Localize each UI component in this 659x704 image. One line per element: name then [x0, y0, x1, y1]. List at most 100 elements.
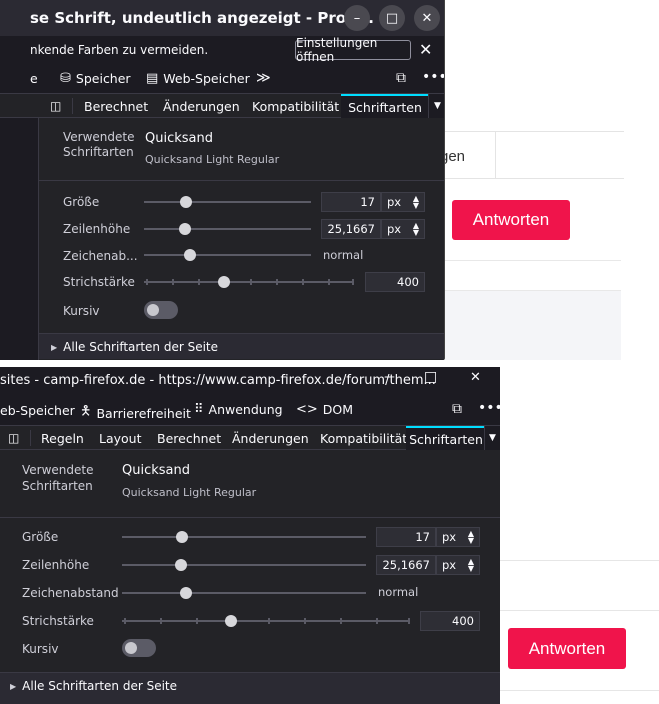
size-slider[interactable] — [144, 196, 311, 208]
inspector-sidebar-tabs: ◫ Berechnet Änderungen Kompatibilität Sc… — [0, 94, 444, 118]
toolbar-item-web-storage[interactable]: eb-Speicher — [0, 403, 75, 418]
accessibility-icon: 🯅 — [80, 404, 92, 419]
weight-slider-thumb[interactable] — [225, 615, 237, 627]
line-height-input[interactable]: 25,1667 — [321, 219, 381, 239]
toolbar-item-web-storage[interactable]: ▤ Web-Speicher — [146, 71, 250, 86]
size-input[interactable]: 17 — [376, 527, 436, 547]
italic-toggle[interactable] — [144, 301, 178, 319]
window-titlebar[interactable]: sites - camp-firefox.de - https://www.ca… — [0, 367, 500, 395]
divider — [500, 560, 659, 561]
divider — [500, 610, 659, 611]
all-fonts-section[interactable]: ▶ Alle Schriftarten der Seite — [0, 672, 500, 704]
responsive-design-icon[interactable]: ⧉ — [452, 401, 462, 417]
all-fonts-section[interactable]: ▶ Alle Schriftarten der Seite — [39, 333, 444, 359]
storage-icon: ⛁ — [60, 71, 71, 86]
minimize-button[interactable]: – — [344, 5, 370, 31]
minimize-button[interactable]: – — [384, 369, 391, 385]
letter-spacing-slider-thumb[interactable] — [184, 249, 196, 261]
tab-computed[interactable]: Berechnet — [157, 426, 221, 450]
responsive-design-icon[interactable]: ⧉ — [396, 70, 406, 86]
letter-spacing-slider[interactable] — [144, 249, 311, 261]
italic-label: Kursiv — [63, 304, 100, 318]
tab-layout[interactable]: Layout — [99, 426, 142, 450]
line-height-unit-select[interactable]: px ▲ ▼ — [381, 219, 425, 239]
fonts-panel: Verwendete Schriftarten Quicksand Quicks… — [38, 118, 444, 360]
size-slider-thumb[interactable] — [180, 196, 192, 208]
close-button[interactable]: ✕ — [470, 370, 481, 385]
line-height-unit-value: px — [387, 222, 402, 236]
letter-spacing-label: Zeichenab... — [63, 249, 138, 263]
italic-toggle[interactable] — [122, 639, 156, 657]
line-height-label: Zeilenhöhe — [22, 558, 90, 572]
tab-computed[interactable]: Berechnet — [84, 94, 148, 118]
devtools-toolbar: eb-Speicher 🯅 Barrierefreiheit ⠿ Anwendu… — [0, 395, 500, 426]
line-height-unit-value: px — [442, 558, 457, 572]
toolbar-item-application[interactable]: ⠿ Anwendung — [194, 402, 283, 417]
line-height-unit-select[interactable]: px ▲ ▼ — [436, 555, 480, 575]
letter-spacing-slider[interactable] — [122, 587, 366, 599]
toolbar-item-accessibility[interactable]: 🯅 Barrierefreiheit — [80, 402, 191, 424]
overflow-menu-icon[interactable]: ••• — [478, 400, 500, 416]
tab-compatibility[interactable]: Kompatibilität — [320, 426, 407, 450]
toolbar-more-tools[interactable]: ≫ — [256, 70, 271, 86]
notification-text: nkende Farben zu vermeiden. — [30, 43, 209, 57]
tab-changes[interactable]: Änderungen — [232, 426, 309, 450]
line-height-slider-thumb[interactable] — [179, 223, 191, 235]
tab-fonts[interactable]: Schriftarten — [341, 94, 429, 118]
size-unit-select[interactable]: px ▲ ▼ — [436, 527, 480, 547]
maximize-button[interactable]: □ — [379, 5, 405, 31]
window-title: sites - camp-firefox.de - https://www.ca… — [0, 373, 436, 388]
letter-spacing-slider-thumb[interactable] — [180, 587, 192, 599]
line-height-slider[interactable] — [122, 559, 366, 571]
tab-rules[interactable]: Regeln — [41, 426, 84, 450]
line-height-label: Zeilenhöhe — [63, 222, 131, 236]
line-height-slider[interactable] — [144, 223, 311, 235]
font-name: Quicksand — [145, 131, 213, 146]
weight-label: Strichstärke — [63, 275, 135, 289]
section-divider — [39, 180, 444, 181]
reply-button[interactable]: Antworten — [452, 200, 570, 240]
used-fonts-label: Verwendete Schriftarten — [22, 463, 94, 493]
font-name: Quicksand — [122, 463, 190, 478]
select-arrows-icon: ▲ ▼ — [412, 221, 419, 237]
tab-fonts[interactable]: Schriftarten — [406, 426, 486, 450]
size-unit-select[interactable]: px ▲ ▼ — [381, 192, 425, 212]
line-height-slider-thumb[interactable] — [175, 559, 187, 571]
application-label: Anwendung — [208, 402, 283, 417]
tab-separator — [72, 98, 73, 114]
toggle-sidebar-icon[interactable]: ◫ — [8, 431, 19, 445]
expand-triangle-icon: ▶ — [10, 681, 17, 691]
size-slider[interactable] — [122, 531, 366, 543]
reply-button-lower[interactable]: Antworten — [508, 628, 626, 669]
weight-slider-thumb[interactable] — [218, 276, 230, 288]
toggle-sidebar-icon[interactable]: ◫ — [50, 99, 61, 113]
overflow-menu-icon[interactable]: ••• — [422, 69, 444, 85]
tabs-overflow-chevron-down-icon[interactable]: ▼ — [428, 94, 444, 118]
weight-slider[interactable] — [122, 615, 410, 627]
weight-input[interactable]: 400 — [365, 272, 425, 292]
open-settings-button[interactable]: Einstellungen öffnen — [295, 36, 411, 64]
size-slider-thumb[interactable] — [176, 531, 188, 543]
notification-close-icon[interactable]: ✕ — [419, 40, 432, 59]
toolbar-item-dom[interactable]: <> DOM — [296, 402, 353, 417]
toolbar-item-partial[interactable]: e — [30, 71, 38, 86]
line-height-input[interactable]: 25,1667 — [376, 555, 436, 575]
weight-input[interactable]: 400 — [420, 611, 480, 631]
size-input[interactable]: 17 — [321, 192, 381, 212]
letter-spacing-value: normal — [378, 585, 419, 599]
tabs-overflow-chevron-down-icon[interactable]: ▼ — [484, 426, 500, 450]
close-button[interactable]: ✕ — [414, 5, 440, 31]
italic-label: Kursiv — [22, 642, 59, 656]
inspector-sidebar-tabs: ◫ Regeln Layout Berechnet Änderungen Kom… — [0, 426, 500, 450]
size-label: Größe — [22, 530, 59, 544]
toolbar-item-storage[interactable]: ⛁ Speicher — [60, 71, 131, 86]
expand-triangle-icon: ▶ — [51, 342, 58, 352]
tab-compatibility[interactable]: Kompatibilität — [252, 94, 339, 118]
maximize-button[interactable]: □ — [424, 369, 437, 385]
window-titlebar[interactable]: se Schrift, undeutlich angezeigt - Prob.… — [0, 0, 444, 36]
used-fonts-label: Verwendete Schriftarten — [63, 130, 135, 159]
tab-changes[interactable]: Änderungen — [163, 94, 240, 118]
devtools-toolbar: e ⛁ Speicher ▤ Web-Speicher ≫ ⧉ ••• — [0, 64, 444, 94]
forum-post-area — [418, 260, 621, 360]
weight-slider[interactable] — [144, 276, 354, 288]
